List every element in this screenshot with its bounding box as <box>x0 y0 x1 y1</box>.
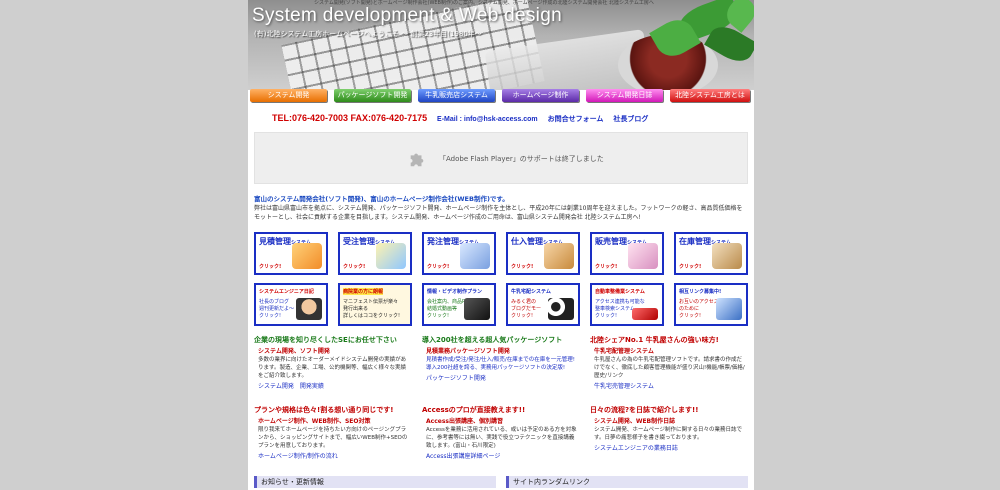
banner-click: クリック! <box>427 264 450 270</box>
link-access-lecture[interactable]: Access出張講座詳細ページ <box>426 453 500 460</box>
section-subheading: ホームページ制作、WEB制作、SEO対策 <box>258 418 371 425</box>
section-heading: プランや規格は色々!割る想い通り同じです! <box>254 406 394 414</box>
site-title[interactable]: System development & Web design <box>252 5 562 27</box>
cow-icon <box>548 298 574 320</box>
section-heading: 企業の現場を知り尽くしたSEにお任せ下さい <box>254 336 397 344</box>
banner-title: 自動車整備業システム <box>595 289 645 295</box>
blog-link[interactable]: 社長ブログ <box>613 116 648 123</box>
banner-click: クリック! <box>259 264 282 270</box>
nav-about[interactable]: 北陸システム工房とは <box>670 89 750 102</box>
section-text: 見積書作成/受注/発注/仕入/販売/在庫までの在庫を一元管理!導入200社超を誇… <box>426 357 575 371</box>
flash-placeholder: 「Adobe Flash Player」のサポートは終了しました <box>254 132 748 184</box>
section-text: システム開発、ホームページ制作に関する日々の業務日誌です。日夢の痛悲様子を書き綴… <box>594 427 743 441</box>
section-web-design: プランや規格は色々!割る想い通り同じです! ホームページ制作、WEB制作、SEO… <box>254 405 412 460</box>
intro-text: 弊社は富山県富山市を拠点に、システム開発、パッケージソフト開発、ホームページ制作… <box>254 205 743 221</box>
link-se-diary[interactable]: システムエンジニアの業務日誌 <box>594 445 678 452</box>
banner-body: 社長のブログ 週刊更新だよ〜 クリック! <box>259 299 295 319</box>
section-access-lecture: Accessのプロが直接教えます!! Access出張講座、個別講習 Acces… <box>422 405 580 460</box>
section-dev-diary: 日々の流程?を日誌で紹介します!! システム開発、WEB制作日誌 システム開発、… <box>590 405 748 452</box>
intro-section: 富山のシステム開発会社(ソフト開発)、富山のホームページ制作会社(WEB制作)で… <box>254 193 748 222</box>
section-heading: 北陸シェアNo.1 牛乳屋さんの強い味方! <box>590 336 719 344</box>
section-heading: 導入200社を超える超人気パッケージソフト <box>422 336 563 344</box>
nav-system-dev[interactable]: システム開発 <box>250 89 327 102</box>
section-system-dev: 企業の現場を知り尽くしたSEにお任せ下さい システム開発、ソフト開発 多数の業界… <box>254 335 412 390</box>
video-camera-icon <box>464 298 490 320</box>
puzzle-plugin-icon <box>410 153 424 167</box>
banner-title: 発注管理 <box>427 237 459 246</box>
banner-click: クリック! <box>511 264 534 270</box>
nav-homepage[interactable]: ホームページ制作 <box>502 89 579 102</box>
banner-title: 仕入管理 <box>511 237 543 246</box>
link-system-dev[interactable]: システム開発 <box>258 383 294 390</box>
section-text: 限り我来てホームページを持ちたい方向けのページングプランから、ショッピングサイト… <box>258 427 408 449</box>
banner-click: クリック! <box>679 264 702 270</box>
main-nav: システム開発 パッケージソフト開発 牛乳販売店システム ホームページ制作 システ… <box>250 89 754 103</box>
banner-title: 情報・ビデオ制作プラン <box>427 289 483 295</box>
intro-heading: 富山のシステム開発会社(ソフト開発)、富山のホームページ制作会社(WEB制作)で… <box>254 195 509 203</box>
banner-title: 在庫管理 <box>679 237 711 246</box>
section-text: Accessを業務に活用されている、或いは予定のある方を対象に、参考書等には無い… <box>426 427 577 449</box>
news-header: お知らせ・更新情報 <box>254 476 496 488</box>
section-subheading: Access出張講座、個別講習 <box>426 418 503 425</box>
site-subtitle: (有)北陸システム工房ホームページへようこそ 〜 創業23年目(1980年〜 <box>254 30 482 38</box>
nav-dev-diary[interactable]: システム開発日誌 <box>586 89 663 102</box>
header-banner: システム開発(ソフト開発)とホームページ制作会社(WEB制作)のご案内。システム… <box>248 0 754 90</box>
section-text: 多数の業界に向けたオーダーメイドシステム開発の実績があります。製造、企業、工場、… <box>258 357 407 379</box>
section-subheading: 見積業務パッケージソフト開発 <box>426 348 510 355</box>
banner-video-plan[interactable]: 情報・ビデオ制作プラン 会社案内、商品PR、お店PR 結婚式動画等 クリック! <box>422 283 496 326</box>
banner-sales-system[interactable]: 販売管理システム クリック! <box>590 232 664 275</box>
banner-order-system[interactable]: 受注管理システム クリック! <box>338 232 412 275</box>
handshake-icon <box>716 298 742 320</box>
banner-mutual-links[interactable]: 相互リンク募集中! お互いのアクセスアップ のために クリック! <box>674 283 748 326</box>
banner-stock-purchase-system[interactable]: 仕入管理システム クリック! <box>506 232 580 275</box>
nav-milk-system[interactable]: 牛乳販売店システム <box>418 89 495 102</box>
boxes-icon <box>544 243 574 269</box>
link-milk-system[interactable]: 牛乳宅売管理システム <box>594 383 654 390</box>
phone-person-icon <box>376 243 406 269</box>
banner-click: クリック! <box>595 264 618 270</box>
link-homepage-flow[interactable]: ホームページ制作/制作の流れ <box>258 453 338 460</box>
banner-inventory-system[interactable]: 在庫管理システム クリック! <box>674 232 748 275</box>
salesperson-icon <box>628 243 658 269</box>
email-link[interactable]: E-Mail : info@hsk-access.com <box>437 116 538 123</box>
banner-estimate-system[interactable]: 見積管理システム クリック! <box>254 232 328 275</box>
calculator-icon <box>292 243 322 269</box>
truck-icon <box>460 243 490 269</box>
person-face-icon <box>296 298 322 320</box>
section-subheading: システム開発、WEB制作日誌 <box>594 418 676 425</box>
warehouse-icon <box>712 243 742 269</box>
banner-body: みるく君の ブログだモー クリック! <box>511 299 542 319</box>
banner-se-diary[interactable]: システムエンジニア日記 社長のブログ 週刊更新だよ〜 クリック! <box>254 283 328 326</box>
banner-milk-delivery[interactable]: 牛乳宅配システム みるく君の ブログだモー クリック! <box>506 283 580 326</box>
banner-car-maintenance[interactable]: 自動車整備業システム アクセス連携も可能な 整車検索システム クリック! <box>590 283 664 326</box>
section-package-soft: 導入200社を超える超人気パッケージソフト 見積業務パッケージソフト開発 見積書… <box>422 335 580 382</box>
link-package-soft[interactable]: パッケージソフト開発 <box>426 375 486 382</box>
link-dev-results[interactable]: 開発実績 <box>300 383 324 390</box>
section-heading: 日々の流程?を日誌で紹介します!! <box>590 406 699 414</box>
section-subheading: 牛乳宅配管理システム <box>594 348 654 355</box>
section-milk-system: 北陸シェアNo.1 牛乳屋さんの強い味方! 牛乳宅配管理システム 牛乳屋さんの為… <box>590 335 748 390</box>
banner-title: 相互リンク募集中! <box>679 289 722 295</box>
page-container: システム開発(ソフト開発)とホームページ制作会社(WEB制作)のご案内。システム… <box>248 0 754 490</box>
banner-title: 見積管理 <box>259 237 291 246</box>
random-links-header: サイト内ランダムリンク <box>506 476 748 488</box>
flash-message: 「Adobe Flash Player」のサポートは終了しました <box>439 155 604 163</box>
banner-title: 受注管理 <box>343 237 375 246</box>
contact-form-link[interactable]: お問合せフォーム <box>548 116 604 123</box>
banner-title: 病院業の方に朗報 <box>343 288 384 295</box>
banner-click: クリック! <box>343 264 366 270</box>
section-heading: Accessのプロが直接教えます!! <box>422 406 526 414</box>
banner-hospital[interactable]: 病院業の方に朗報 マニフェスト伝票が楽々 発行出来る 詳しくはココをクリック! <box>338 283 412 326</box>
section-subheading: システム開発、ソフト開発 <box>258 348 330 355</box>
banner-title: 販売管理 <box>595 237 627 246</box>
nav-package-soft[interactable]: パッケージソフト開発 <box>334 89 411 102</box>
car-icon <box>632 308 658 320</box>
phone-fax: TEL:076-420-7003 FAX:076-420-7175 <box>272 113 428 123</box>
banner-title: 牛乳宅配システム <box>511 289 551 295</box>
contact-bar: TEL:076-420-7003 FAX:076-420-7175 E-Mail… <box>272 113 752 124</box>
banner-title: システムエンジニア日記 <box>259 289 314 295</box>
banner-purchase-order-system[interactable]: 発注管理システム クリック! <box>422 232 496 275</box>
section-text: 牛乳屋さんの為の牛乳宅配管理ソフトです。請求書の作成だけでなく、徹底した顧客管理… <box>594 357 745 379</box>
banner-body: マニフェスト伝票が楽々 発行出来る 詳しくはココをクリック! <box>343 299 401 319</box>
